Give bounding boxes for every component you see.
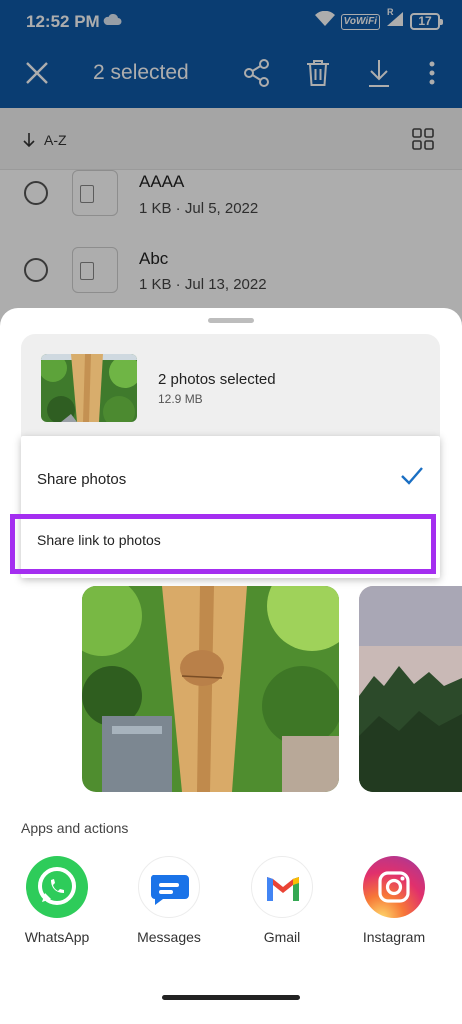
instagram-icon [363, 856, 425, 918]
messages-icon [138, 856, 200, 918]
app-label: Messages [137, 929, 201, 945]
whatsapp-icon [26, 856, 88, 918]
photo-preview[interactable] [82, 586, 339, 792]
gesture-nav-bar[interactable] [162, 995, 300, 1000]
checkmark-icon [400, 466, 424, 491]
selection-size: 12.9 MB [158, 392, 203, 406]
app-label: Instagram [362, 929, 426, 945]
share-target-instagram[interactable]: Instagram [349, 856, 439, 945]
gmail-icon [251, 856, 313, 918]
drag-handle[interactable] [208, 318, 254, 323]
photo-preview[interactable] [359, 586, 462, 792]
selection-title: 2 photos selected [158, 371, 276, 388]
share-photos-option[interactable]: Share photos [37, 471, 126, 488]
share-target-whatsapp[interactable]: WhatsApp [12, 856, 102, 945]
photo-thumbnail [41, 354, 137, 422]
share-target-gmail[interactable]: Gmail [237, 856, 327, 945]
selection-summary: 2 photos selected 12.9 MB [21, 334, 440, 440]
app-label: Gmail [263, 929, 301, 945]
app-label: WhatsApp [24, 929, 90, 945]
share-target-messages[interactable]: Messages [124, 856, 214, 945]
highlight-box [10, 514, 436, 574]
share-sheet: 2 photos selected 12.9 MB Share photos S… [0, 308, 462, 1024]
apps-section-title: Apps and actions [21, 820, 129, 836]
